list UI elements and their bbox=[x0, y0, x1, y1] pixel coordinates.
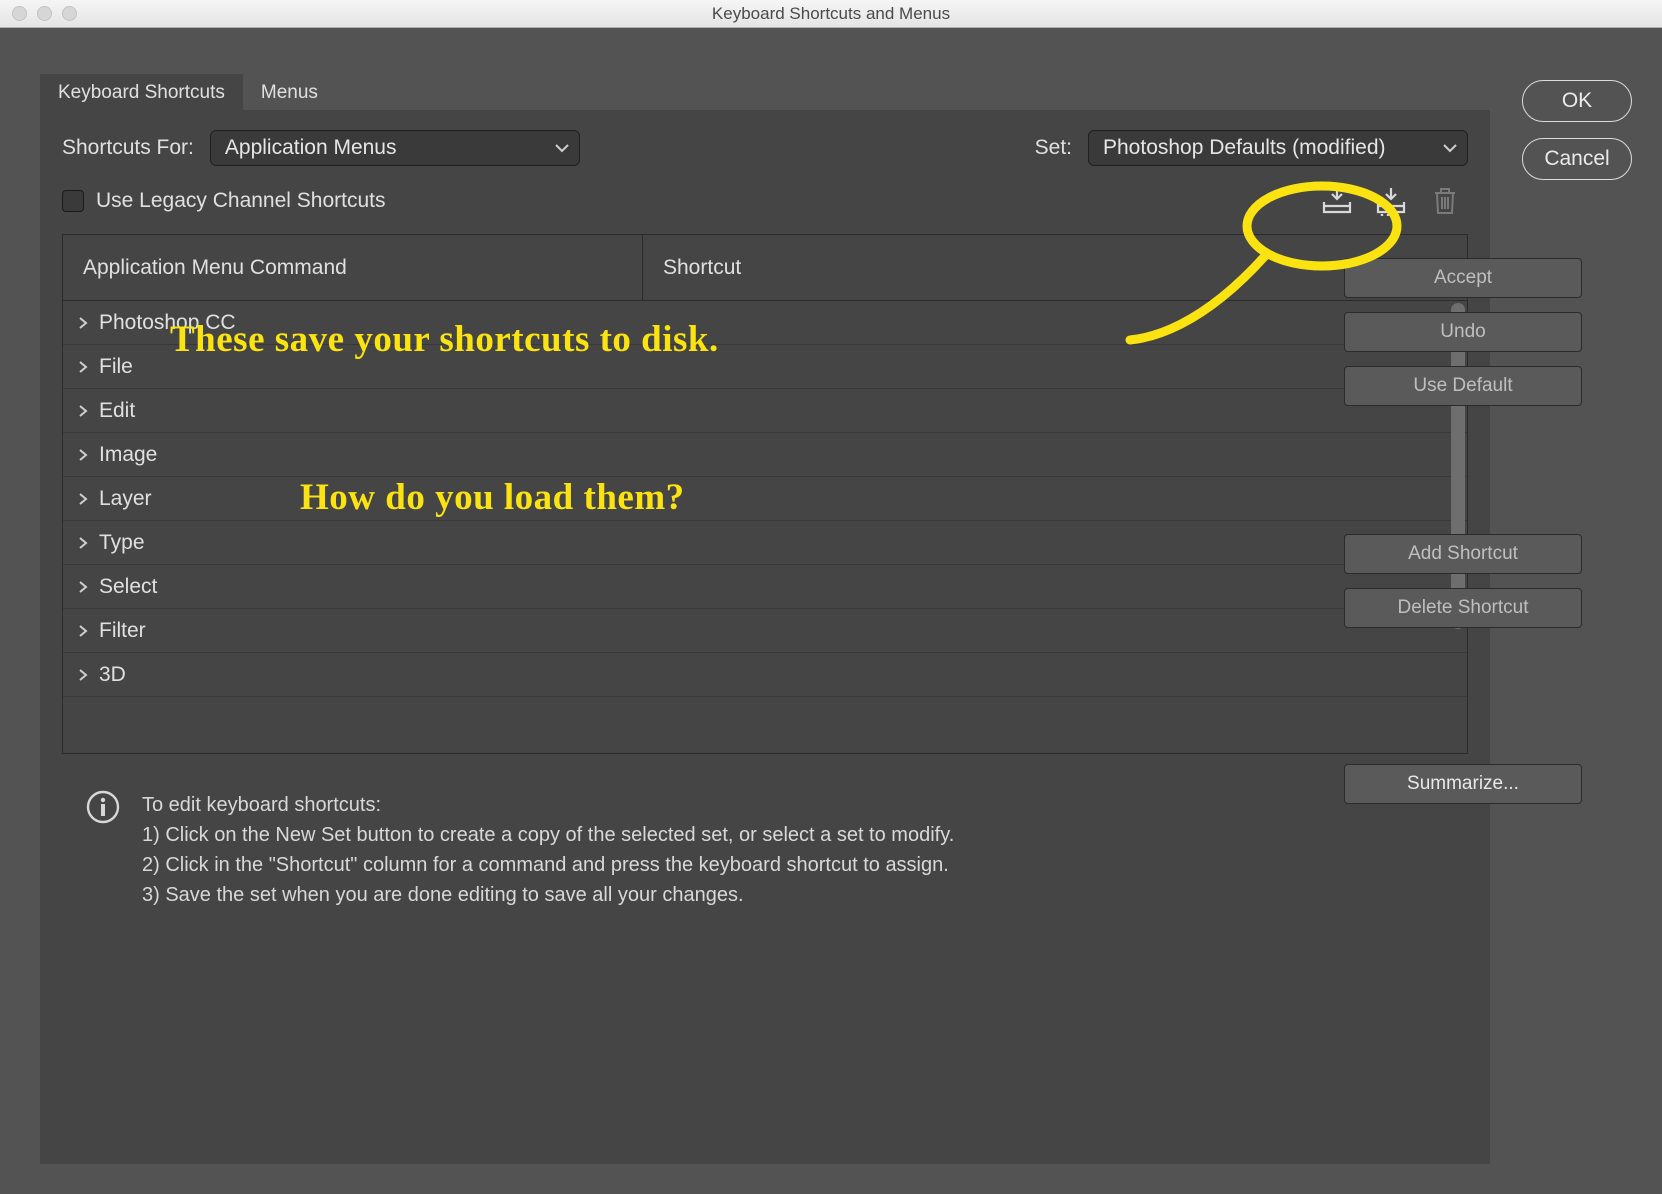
set-label: Set: bbox=[1035, 136, 1072, 160]
tree-row[interactable]: Photoshop CC bbox=[63, 301, 1467, 345]
table-body[interactable]: Photoshop CC File Edit Image Layer Type … bbox=[63, 301, 1467, 753]
tree-row[interactable]: Select bbox=[63, 565, 1467, 609]
close-window-icon[interactable] bbox=[12, 6, 27, 21]
column-command: Application Menu Command bbox=[63, 235, 643, 301]
use-default-button[interactable]: Use Default bbox=[1344, 366, 1582, 406]
tree-row[interactable]: Filter bbox=[63, 609, 1467, 653]
tree-row[interactable]: Layer bbox=[63, 477, 1467, 521]
summarize-button[interactable]: Summarize... bbox=[1344, 764, 1582, 804]
info-line: 2) Click in the "Shortcut" column for a … bbox=[142, 850, 954, 880]
save-as-to-disk-icon[interactable] bbox=[1374, 186, 1408, 216]
chevron-down-icon bbox=[1443, 143, 1457, 153]
chevron-right-icon bbox=[77, 360, 89, 374]
minimize-window-icon[interactable] bbox=[37, 6, 52, 21]
chevron-right-icon bbox=[77, 448, 89, 462]
undo-button[interactable]: Undo bbox=[1344, 312, 1582, 352]
tree-row[interactable]: Edit bbox=[63, 389, 1467, 433]
info-icon bbox=[86, 790, 120, 824]
legacy-label: Use Legacy Channel Shortcuts bbox=[96, 189, 386, 213]
cancel-button[interactable]: Cancel bbox=[1522, 138, 1632, 180]
tree-row[interactable]: Type bbox=[63, 521, 1467, 565]
chevron-right-icon bbox=[77, 492, 89, 506]
action-column: Accept Undo Use Default Add Shortcut Del… bbox=[1344, 258, 1582, 804]
tree-row[interactable]: 3D bbox=[63, 653, 1467, 697]
ok-button[interactable]: OK bbox=[1522, 80, 1632, 122]
tab-strip: Keyboard Shortcuts Menus bbox=[40, 74, 1490, 110]
legacy-checkbox[interactable] bbox=[62, 190, 84, 212]
tree-row[interactable]: Image bbox=[63, 433, 1467, 477]
set-select[interactable]: Photoshop Defaults (modified) bbox=[1088, 130, 1468, 166]
zoom-window-icon[interactable] bbox=[62, 6, 77, 21]
add-shortcut-button[interactable]: Add Shortcut bbox=[1344, 534, 1582, 574]
chevron-right-icon bbox=[77, 536, 89, 550]
shortcuts-for-label: Shortcuts For: bbox=[62, 136, 194, 160]
chevron-right-icon bbox=[77, 316, 89, 330]
chevron-right-icon bbox=[77, 624, 89, 638]
shortcuts-table: Application Menu Command Shortcut Photos… bbox=[62, 234, 1468, 754]
set-value: Photoshop Defaults (modified) bbox=[1103, 136, 1386, 160]
window-title: Keyboard Shortcuts and Menus bbox=[0, 4, 1662, 24]
chevron-right-icon bbox=[77, 580, 89, 594]
trash-icon[interactable] bbox=[1428, 186, 1462, 216]
tab-menus[interactable]: Menus bbox=[243, 74, 336, 110]
tree-row[interactable]: File bbox=[63, 345, 1467, 389]
window-controls bbox=[0, 6, 77, 21]
accept-button[interactable]: Accept bbox=[1344, 258, 1582, 298]
chevron-right-icon bbox=[77, 404, 89, 418]
shortcuts-for-value: Application Menus bbox=[225, 136, 397, 160]
titlebar: Keyboard Shortcuts and Menus bbox=[0, 0, 1662, 28]
info-line: 1) Click on the New Set button to create… bbox=[142, 820, 954, 850]
shortcuts-for-select[interactable]: Application Menus bbox=[210, 130, 580, 166]
delete-shortcut-button[interactable]: Delete Shortcut bbox=[1344, 588, 1582, 628]
tab-keyboard-shortcuts[interactable]: Keyboard Shortcuts bbox=[40, 74, 243, 110]
info-heading: To edit keyboard shortcuts: bbox=[142, 790, 954, 820]
save-to-disk-icon[interactable] bbox=[1320, 186, 1354, 216]
chevron-down-icon bbox=[555, 143, 569, 153]
info-line: 3) Save the set when you are done editin… bbox=[142, 880, 954, 910]
chevron-right-icon bbox=[77, 668, 89, 682]
info-block: To edit keyboard shortcuts: 1) Click on … bbox=[62, 754, 1468, 910]
